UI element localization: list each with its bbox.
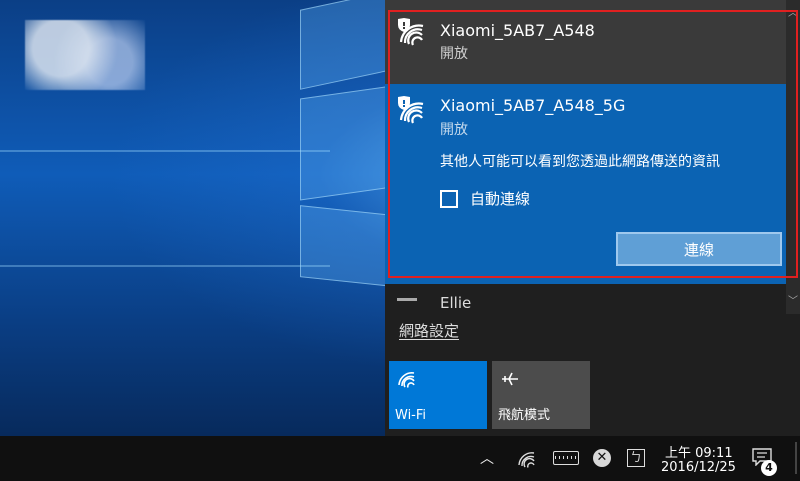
network-ssid: Ellie [440, 294, 472, 312]
network-item[interactable]: Xiaomi_5AB7_A548 開放 [385, 0, 800, 84]
scroll-down-icon[interactable]: ﹀ [788, 292, 798, 307]
wifi-tray-icon[interactable] [517, 450, 537, 468]
window-pane-decoration [300, 205, 392, 287]
network-status: 開放 [440, 46, 468, 62]
network-status: 開放 [440, 122, 468, 138]
wifi-icon [398, 372, 415, 388]
blurred-desktop-icon [25, 20, 145, 90]
window-pane-decoration [300, 0, 392, 90]
auto-connect-label: 自動連線 [470, 190, 531, 208]
clock-time[interactable]: 上午 09:11 [665, 442, 733, 461]
airplane-mode-tile[interactable]: 飛航模式 [492, 361, 590, 429]
scroll-up-icon[interactable]: ︿ [788, 4, 798, 19]
auto-connect-checkbox[interactable] [440, 189, 458, 208]
show-desktop-button[interactable] [795, 442, 797, 474]
show-hidden-icons-chevron-icon[interactable]: ︿ [480, 448, 494, 468]
network-settings-link[interactable]: 網路設定 [399, 320, 459, 341]
connect-button[interactable]: 連線 [616, 232, 782, 266]
network-item-selected[interactable]: Xiaomi_5AB7_A548_5G 開放 其他人可能可以看到您透過此網路傳送… [385, 84, 800, 284]
wifi-secured-icon [398, 96, 424, 124]
network-ssid: Xiaomi_5AB7_A548_5G [440, 96, 626, 115]
network-item[interactable]: Ellie [385, 286, 800, 314]
network-ssid: Xiaomi_5AB7_A548 [440, 21, 595, 40]
wifi-tile-label: Wi-Fi [395, 408, 427, 423]
clock-date[interactable]: 2016/12/25 [661, 460, 736, 475]
airplane-tile-label: 飛航模式 [498, 408, 551, 423]
security-warning-text: 其他人可能可以看到您透過此網路傳送的資訊 [440, 154, 720, 170]
network-flyout: Xiaomi_5AB7_A548 開放 Xiaomi_5AB7_A548_5G … [385, 0, 800, 436]
taskbar: ︿ ✕ ㄅ 上午 09:11 2016/12/25 4 [0, 436, 800, 481]
wifi-icon [397, 298, 417, 301]
notification-count-badge: 4 [761, 460, 777, 476]
wifi-secured-icon [398, 18, 424, 46]
auto-connect-option[interactable]: 自動連線 [440, 188, 530, 209]
scrollbar[interactable]: ︿ ﹀ [786, 0, 800, 314]
close-circle-icon[interactable]: ✕ [593, 449, 611, 467]
touch-keyboard-icon[interactable] [553, 451, 579, 465]
input-method-icon[interactable]: ㄅ [627, 449, 645, 467]
light-beam-decoration [0, 150, 330, 152]
airplane-icon [502, 372, 518, 386]
window-pane-decoration [300, 85, 392, 201]
wifi-quick-action-tile[interactable]: Wi-Fi [389, 361, 487, 429]
light-beam-decoration [0, 265, 330, 267]
